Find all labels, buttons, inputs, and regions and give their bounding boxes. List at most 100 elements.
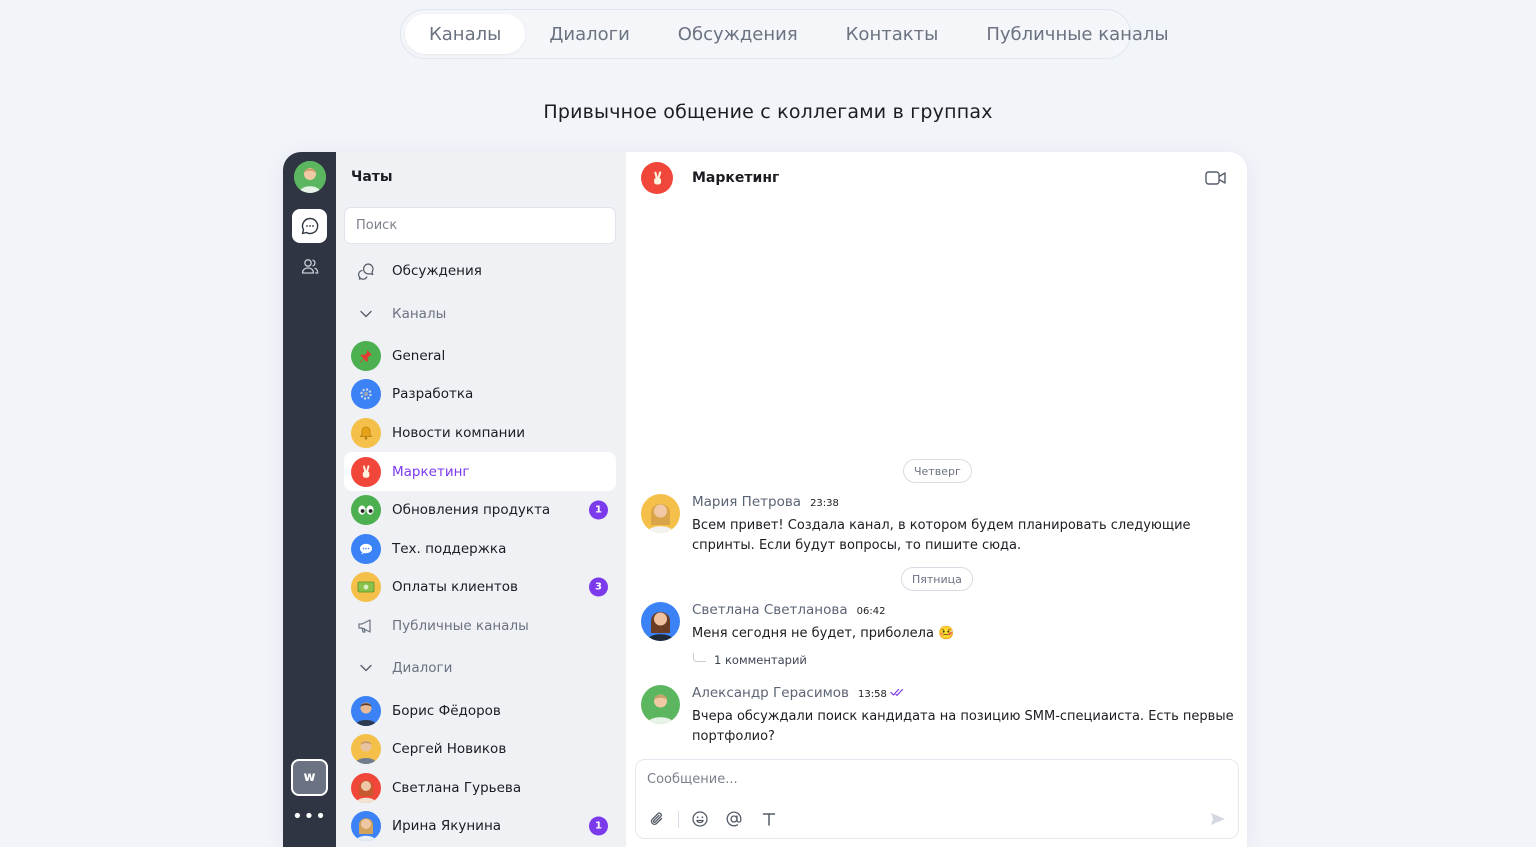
channel-item-company-news[interactable]: Новости компании bbox=[344, 414, 616, 453]
speech-bubble-icon bbox=[351, 533, 381, 564]
channel-item-product-updates[interactable]: Обновления продукта 1 bbox=[344, 491, 616, 530]
app-window: w ••• Чаты Обсуждения Каналы bbox=[283, 152, 1247, 847]
search-input[interactable] bbox=[344, 207, 616, 244]
channel-label: Новости компании bbox=[392, 425, 526, 442]
toolbar-divider bbox=[678, 811, 679, 828]
avatar bbox=[351, 811, 381, 842]
avatar bbox=[351, 734, 381, 765]
chevron-down-icon bbox=[351, 653, 381, 683]
message: Александр Герасимов 13:58 Вчера обсуждал… bbox=[641, 685, 1241, 747]
person-icon bbox=[293, 161, 326, 193]
channel-label: Маркетинг bbox=[392, 463, 470, 480]
top-tab-contacts[interactable]: Контакты bbox=[822, 14, 963, 54]
message-time: 13:58 bbox=[858, 689, 887, 700]
dialog-label: Сергей Новиков bbox=[392, 741, 507, 758]
dialog-label: Ирина Якунина bbox=[392, 818, 502, 835]
message: Светлана Светланова 06:42 Меня сегодня н… bbox=[641, 602, 1241, 644]
date-divider: Пятница bbox=[901, 567, 973, 591]
top-tab-dialogs[interactable]: Диалоги bbox=[525, 14, 653, 54]
avatar bbox=[351, 695, 381, 726]
channel-item-marketing[interactable]: Маркетинг bbox=[344, 452, 616, 491]
unread-badge: 3 bbox=[589, 577, 608, 597]
pin-icon bbox=[351, 340, 381, 371]
date-divider: Четверг bbox=[903, 459, 972, 483]
public-channels-label: Публичные каналы bbox=[392, 618, 529, 635]
channel-label: General bbox=[392, 347, 446, 364]
channel-item-general[interactable]: General bbox=[344, 337, 616, 376]
text-format-icon[interactable] bbox=[759, 809, 779, 829]
message-author[interactable]: Александр Герасимов bbox=[692, 685, 849, 701]
chats-nav-button[interactable] bbox=[292, 209, 327, 243]
public-channels-item[interactable]: Публичные каналы bbox=[344, 607, 616, 646]
discussions-item[interactable]: Обсуждения bbox=[344, 252, 616, 291]
channel-label: Тех. поддержка bbox=[392, 540, 507, 557]
gear-icon bbox=[351, 379, 381, 410]
mention-icon[interactable] bbox=[724, 809, 744, 829]
emoji-icon[interactable] bbox=[690, 809, 710, 829]
megaphone-icon bbox=[351, 611, 381, 641]
top-tab-channels[interactable]: Каналы bbox=[405, 14, 526, 54]
chat-bubble-icon bbox=[301, 217, 318, 235]
message-input[interactable] bbox=[636, 760, 1238, 798]
chat-list: Обсуждения Каналы General Разработка Нов… bbox=[344, 252, 616, 846]
contacts-nav-button[interactable] bbox=[292, 249, 327, 283]
thread-connector bbox=[693, 652, 706, 662]
chevron-down-icon bbox=[351, 299, 381, 329]
message-time: 23:38 bbox=[810, 498, 839, 509]
channel-label: Обновления продукта bbox=[392, 502, 551, 519]
message-text: Всем привет! Создала канал, в котором бу… bbox=[692, 518, 1191, 553]
channel-label: Оплаты клиентов bbox=[392, 579, 518, 596]
dialog-item-irina[interactable]: Ирина Якунина 1 bbox=[344, 807, 616, 846]
send-icon[interactable] bbox=[1208, 809, 1228, 829]
page-tagline: Привычное общение с коллегами в группах bbox=[543, 101, 993, 123]
channels-section-label: Каналы bbox=[392, 305, 447, 322]
paperclip-icon[interactable] bbox=[647, 809, 667, 829]
channel-item-support[interactable]: Тех. поддержка bbox=[344, 530, 616, 569]
top-tab-discussions[interactable]: Обсуждения bbox=[654, 14, 822, 54]
video-call-icon[interactable] bbox=[1205, 169, 1227, 187]
avatar bbox=[641, 602, 680, 641]
message-time: 06:42 bbox=[856, 606, 886, 617]
double-check-icon bbox=[890, 688, 903, 696]
message-composer bbox=[635, 759, 1239, 839]
dialogs-section-label: Диалоги bbox=[392, 660, 453, 677]
workspace-switcher[interactable]: w bbox=[291, 759, 328, 796]
dialog-item-sergey[interactable]: Сергей Новиков bbox=[344, 730, 616, 769]
chat-header: Маркетинг bbox=[641, 162, 779, 194]
comments-count: 1 комментарий bbox=[714, 653, 807, 667]
avatar bbox=[641, 685, 680, 724]
dialog-label: Борис Фёдоров bbox=[392, 702, 501, 719]
user-avatar[interactable] bbox=[293, 161, 326, 193]
top-tab-public-channels[interactable]: Публичные каналы bbox=[962, 14, 1192, 54]
message-text: Меня сегодня не будет, приболела 🤒 bbox=[692, 626, 955, 641]
channel-item-client-payments[interactable]: Оплаты клиентов 3 bbox=[344, 568, 616, 607]
bell-icon bbox=[351, 418, 381, 449]
eyes-icon bbox=[351, 495, 381, 526]
victory-hand-icon bbox=[641, 162, 673, 194]
chat-area: Маркетинг Четверг Мария Петрова 23:38 Вс… bbox=[626, 152, 1247, 847]
panel-title: Чаты bbox=[351, 169, 393, 185]
more-icon[interactable]: ••• bbox=[283, 806, 336, 827]
victory-hand-icon bbox=[351, 456, 381, 487]
message-author[interactable]: Мария Петрова bbox=[692, 494, 801, 510]
dialog-item-svetlana[interactable]: Светлана Гурьева bbox=[344, 769, 616, 808]
nav-rail: w ••• bbox=[283, 152, 336, 847]
avatar bbox=[351, 772, 381, 803]
channel-item-development[interactable]: Разработка bbox=[344, 375, 616, 414]
dialogs-section-toggle[interactable]: Диалоги bbox=[344, 645, 616, 691]
channel-label: Разработка bbox=[392, 386, 474, 403]
dialog-label: Светлана Гурьева bbox=[392, 779, 522, 796]
unread-badge: 1 bbox=[589, 500, 608, 520]
message-text: Вчера обсуждали поиск кандидата на позиц… bbox=[692, 709, 1234, 744]
channels-section-toggle[interactable]: Каналы bbox=[344, 291, 616, 337]
dialog-item-boris[interactable]: Борис Фёдоров bbox=[344, 691, 616, 730]
discussions-icon bbox=[351, 256, 381, 286]
people-icon bbox=[301, 259, 318, 274]
discussions-label: Обсуждения bbox=[392, 263, 482, 280]
chat-list-panel: Чаты Обсуждения Каналы General bbox=[336, 152, 626, 847]
thread-comments-link[interactable]: 1 комментарий bbox=[693, 652, 807, 667]
money-icon bbox=[351, 572, 381, 603]
avatar bbox=[641, 494, 680, 533]
message: Мария Петрова 23:38 Всем привет! Создала… bbox=[641, 494, 1241, 556]
message-author[interactable]: Светлана Светланова bbox=[692, 602, 848, 618]
